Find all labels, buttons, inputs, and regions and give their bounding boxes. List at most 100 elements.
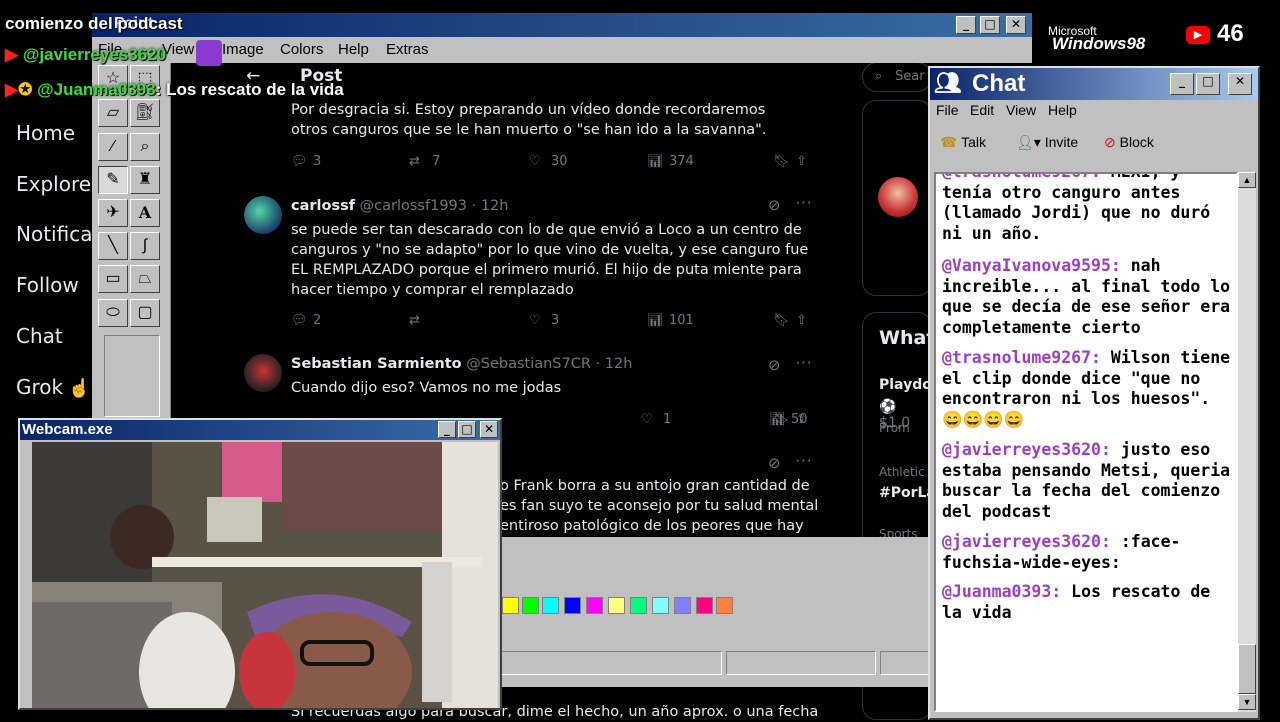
author-handle[interactable]: @SebastianS7CR — [466, 356, 591, 372]
nav-notifications[interactable]: Notifica — [16, 222, 92, 246]
nav-home[interactable]: Home — [16, 121, 75, 145]
polygon-icon[interactable]: ⏢ — [130, 265, 160, 293]
mouse-cursor-icon: ☝ — [68, 378, 91, 398]
share-icon[interactable]: ⇧ — [796, 154, 807, 169]
more-icon[interactable]: ··· — [795, 352, 812, 372]
bookmark-icon[interactable]: 🔖︎ — [773, 412, 790, 427]
block-label: Block — [1119, 134, 1154, 150]
line-icon[interactable]: ╲ — [98, 232, 128, 260]
tweet-text-line: es fan suyo te aconsejo por tu salud men… — [500, 498, 819, 514]
chat-title: Chat — [972, 70, 1026, 97]
trend-category: Athletic — [879, 465, 925, 479]
author-name[interactable]: Sebastian Sarmiento — [291, 356, 462, 372]
palette-swatch[interactable] — [674, 597, 691, 614]
nav-grok[interactable]: Grok — [16, 375, 63, 399]
grok-icon[interactable]: ⊘ — [768, 454, 781, 472]
avatar[interactable] — [244, 354, 282, 392]
views-icon: 📊︎ — [647, 313, 664, 328]
like-icon[interactable]: ♡ — [641, 412, 653, 427]
nav-follow[interactable]: Follow — [16, 273, 79, 297]
palette-swatch[interactable] — [696, 597, 713, 614]
fill-icon[interactable]: ⛽︎ — [130, 99, 160, 127]
close-button[interactable]: ✕ — [480, 421, 498, 438]
chat-user: @javierreyes3620: — [942, 440, 1111, 459]
author-name[interactable]: carlossf — [291, 198, 355, 214]
palette-swatch[interactable] — [630, 597, 647, 614]
palette-swatch[interactable] — [608, 597, 625, 614]
chat-message: @javierreyes3620: justo eso estaba pensa… — [942, 440, 1232, 522]
color-picker-icon[interactable]: ⁄ — [98, 133, 128, 161]
eraser-icon[interactable]: ▱ — [98, 99, 128, 127]
like-icon[interactable]: ♡ — [529, 154, 541, 169]
more-icon[interactable]: ··· — [795, 450, 812, 470]
avatar[interactable] — [244, 196, 282, 234]
overlay-line: ▶ @javierreyes3620 — [5, 45, 166, 65]
maximize-button[interactable]: □ — [980, 16, 1000, 34]
palette-swatch[interactable] — [522, 597, 539, 614]
reply-count: 2 — [313, 313, 322, 328]
member-badge-icon: ✪ — [18, 80, 33, 99]
talk-button[interactable]: ☎︎ Talk — [940, 134, 986, 151]
overlay-line: ▶✪ @Juanma0393: Los rescato de la vida — [5, 80, 344, 100]
palette-swatch[interactable] — [502, 597, 519, 614]
share-icon[interactable]: ⇧ — [796, 313, 807, 328]
tool-options[interactable] — [104, 335, 160, 417]
bookmark-icon[interactable]: 🔖︎ — [773, 154, 790, 169]
palette-swatch[interactable] — [586, 597, 603, 614]
scroll-down-icon[interactable]: ▼ — [1238, 694, 1256, 710]
minimize-button[interactable]: _ — [956, 16, 976, 34]
tweet-text: se puede ser tan descarado con lo de que… — [291, 222, 809, 298]
like-icon[interactable]: ♡ — [529, 313, 541, 328]
rectangle-icon[interactable]: ▭ — [98, 265, 128, 293]
menu-file[interactable]: File — [936, 102, 959, 118]
trend-title[interactable]: Playdo — [879, 377, 932, 393]
reply-icon[interactable]: 💬︎ — [291, 154, 308, 169]
repost-icon[interactable]: ⇄ — [409, 313, 420, 328]
nav-chat[interactable]: Chat — [16, 324, 63, 348]
invite-button[interactable]: 👤︎▾ Invite — [1016, 134, 1078, 151]
scrollbar[interactable]: ▲ ▼ — [1238, 172, 1256, 712]
minimize-button[interactable]: _ — [1170, 73, 1194, 95]
text-icon[interactable]: A — [130, 199, 160, 227]
airbrush-icon[interactable]: ✈︎ — [98, 199, 128, 227]
ellipse-icon[interactable]: ⬭ — [98, 299, 128, 327]
webcam-video — [32, 442, 498, 708]
webcam-titlebar[interactable]: Webcam.exe _ □ ✕ — [20, 420, 500, 440]
search-input[interactable]: ⌕ Sear — [862, 62, 932, 92]
nav-explore[interactable]: Explore — [16, 172, 91, 196]
users-icon: 👥︎ — [934, 70, 962, 95]
tweet-actions: 💬︎ 2 ⇄ ♡ 3 📊︎ 101 🔖︎ ⇧ — [291, 313, 811, 333]
repost-icon[interactable]: ⇄ — [409, 154, 420, 169]
rounded-rect-icon[interactable]: ▢ — [130, 299, 160, 327]
chat-titlebar[interactable]: 👥︎ Chat _ □ ✕ — [930, 68, 1258, 100]
scroll-up-icon[interactable]: ▲ — [1238, 172, 1256, 188]
block-button[interactable]: ⊘ Block — [1104, 134, 1154, 151]
grok-icon[interactable]: ⊘ — [768, 196, 781, 214]
overlay-user: @javierreyes3620 — [22, 45, 167, 64]
brush-icon[interactable]: ♜ — [130, 166, 160, 194]
reply-icon[interactable]: 💬︎ — [291, 313, 308, 328]
menu-edit[interactable]: Edit — [970, 102, 994, 118]
minimize-button[interactable]: _ — [438, 421, 456, 438]
close-button[interactable]: ✕ — [1006, 16, 1026, 34]
grok-icon[interactable]: ⊘ — [768, 356, 781, 374]
menu-view[interactable]: View — [1006, 102, 1036, 118]
bookmark-icon[interactable]: 🔖︎ — [773, 313, 790, 328]
talk-label: Talk — [961, 134, 986, 150]
palette-swatch[interactable] — [652, 597, 669, 614]
palette-swatch[interactable] — [542, 597, 559, 614]
maximize-button[interactable]: □ — [458, 421, 476, 438]
maximize-button[interactable]: □ — [1196, 73, 1220, 95]
pencil-icon[interactable]: ✎ — [98, 166, 128, 194]
curve-icon[interactable]: ∫ — [130, 232, 160, 260]
magnifier-icon[interactable]: ⌕ — [130, 133, 160, 161]
palette-swatch[interactable] — [564, 597, 581, 614]
close-button[interactable]: ✕ — [1228, 73, 1252, 95]
palette-swatch[interactable] — [716, 597, 733, 614]
author-handle[interactable]: @carlossf1993 — [360, 198, 467, 214]
more-icon[interactable]: ··· — [795, 192, 812, 212]
scroll-thumb[interactable] — [1238, 644, 1256, 694]
avatar[interactable] — [878, 177, 918, 217]
share-icon[interactable]: ⇧ — [796, 412, 807, 427]
menu-help[interactable]: Help — [1048, 102, 1077, 118]
